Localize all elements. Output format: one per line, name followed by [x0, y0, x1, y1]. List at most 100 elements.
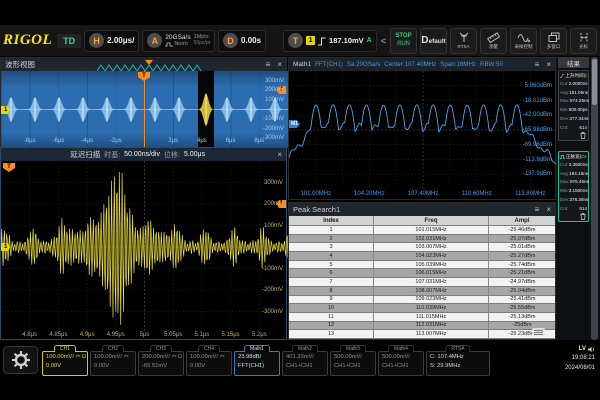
acquire-knob[interactable]: A — [147, 33, 162, 48]
math-box-math4[interactable]: Math4 500.00mV/ CH1+CH1 — [378, 351, 424, 376]
close-icon[interactable]: × — [277, 151, 282, 159]
peak-cell: 110.039MHz — [374, 304, 489, 312]
table-row[interactable]: 12112.031MHz-25dBm — [289, 322, 555, 331]
channel-tab: CH4 — [198, 345, 220, 352]
fft-trace — [289, 71, 557, 189]
axis-label: -65.98dBm — [523, 127, 552, 133]
trigger-knob[interactable]: T — [288, 33, 303, 48]
fft-spectrum-panel[interactable]: Math1 FFT(CH1) Sa:20GSa/s Center:107.40M… — [288, 57, 556, 200]
sidebar-scrollbar[interactable] — [591, 57, 598, 340]
close-icon[interactable]: × — [546, 61, 551, 69]
acquisition-control-button[interactable]: 采样控制 — [510, 28, 537, 54]
offset-label: 位移: — [164, 150, 180, 160]
coupling-icon: ⎓ — [220, 354, 225, 360]
clock-box[interactable]: LV 19:08:21 2024/08/01 — [543, 344, 598, 376]
axis-label: -8μs — [16, 138, 44, 144]
menu-icon[interactable]: ≡ — [266, 61, 271, 69]
column-header: Index — [289, 216, 374, 225]
table-row[interactable]: 2102.031MHz-25.07dBm — [289, 235, 555, 244]
run-stop-button[interactable]: STOP RUN — [390, 28, 417, 54]
peak-cell: 101.015MHz — [374, 226, 489, 234]
channel-box-ch4[interactable]: CH4 100.00mV/ ⎓ 0.00V — [186, 351, 232, 376]
multi-window-button[interactable]: 多窗口 — [540, 28, 567, 54]
table-row[interactable]: 8108.007MHz-25.04dBm — [289, 287, 555, 296]
trigger-source-badge: 1 — [306, 36, 315, 45]
rtsa-button[interactable]: RTSA — [450, 28, 477, 54]
table-row[interactable]: 7107.031MHz-24.97dBm — [289, 278, 555, 287]
close-icon[interactable]: × — [546, 206, 551, 214]
close-icon[interactable]: × — [277, 61, 282, 69]
delay-value: 0.00s — [241, 36, 261, 45]
measurement-card-rise-time[interactable]: 上升时间(CH1) Cur:2.0000nsAvg:181.05nsMax:97… — [558, 70, 589, 141]
measurement-card-pulse-width[interactable]: 正脉宽(CH1) Cur:3.3500nsAvg:184.15nsMax:975… — [558, 151, 589, 222]
peak-cell: 4 — [289, 252, 374, 260]
measurement-row: Max:974.25ns — [560, 97, 587, 106]
measure-button[interactable]: 测量 — [480, 28, 507, 54]
toolbar-scroll-left-icon[interactable]: < — [380, 36, 387, 46]
settings-button[interactable] — [3, 346, 38, 374]
table-row[interactable]: 1101.015MHz-25.46dBm — [289, 226, 555, 235]
measurement-row: Cnt:614 — [560, 205, 587, 214]
acquire-cluster[interactable]: A 20GSa/s Norm 1Mpts 50ps/pt — [142, 30, 215, 52]
touch-scroll-icon[interactable] — [532, 328, 545, 336]
table-row[interactable]: 11111.015MHz-25.13dBm — [289, 313, 555, 322]
axis-label: 300mV — [265, 78, 284, 84]
delayed-sweep-panel[interactable]: 延迟扫描 时基: 50.00ns/div 位移: 5.00μs × T 1 T … — [0, 147, 287, 340]
horizontal-knob[interactable]: H — [89, 33, 104, 48]
math1-label: Math1 — [293, 61, 311, 68]
cursor-button[interactable]: 光标 — [570, 28, 597, 54]
peak-cell: -25.27dBm — [489, 252, 555, 260]
math-box-math3[interactable]: Math3 500.00mV/ CH1+CH1 — [330, 351, 376, 376]
coupling-icon: ⎓ — [124, 354, 129, 360]
peak-cell: 11 — [289, 313, 374, 321]
peak-search-panel[interactable]: Peak Search1 ≡ × IndexFreqAmpl1101.015MH… — [288, 202, 556, 340]
overview-strip[interactable] — [97, 60, 201, 70]
channel-box-ch3[interactable]: CH3 200.00mV/ ⎓ Ω -65.51mV — [138, 351, 184, 376]
axis-label: -42.00dBm — [523, 112, 552, 118]
math-box-math2[interactable]: Math2 401.33mV/ CH1+CH1 — [282, 351, 328, 376]
waveform-view-panel[interactable]: 波形视图 ≡ × T 1 T 300mV200mV100mV-100mV-200… — [0, 57, 287, 147]
math-box-math1[interactable]: Math1 23.98dB/ FFT(CH1) — [234, 351, 280, 376]
measurement-row: Cur:2.0000ns — [560, 80, 587, 89]
channel-box-ch2[interactable]: CH2 100.00mV/ ⎓ 0.00V — [90, 351, 136, 376]
delete-icon[interactable] — [580, 213, 586, 220]
peak-cell: 5 — [289, 261, 374, 269]
table-row[interactable]: 3103.007MHz-25.01dBm — [289, 243, 555, 252]
delay-knob[interactable]: D — [223, 33, 238, 48]
fft-span: Span:16MHz — [440, 61, 476, 68]
channel-tab: CH3 — [150, 345, 172, 352]
axis-label: 2μs — [159, 138, 187, 144]
axis-label: 100mV — [265, 97, 284, 103]
math-tab: Math1 — [244, 345, 270, 352]
peak-cell: -25.55dBm — [489, 304, 555, 312]
table-row[interactable]: 4104.023MHz-25.27dBm — [289, 252, 555, 261]
measurement-row: Min:500.00ps — [560, 106, 587, 115]
menu-icon[interactable]: ≡ — [535, 206, 540, 214]
peak-cell: 111.015MHz — [374, 313, 489, 321]
menu-icon[interactable]: ≡ — [535, 61, 540, 69]
default-button[interactable]: Default — [420, 28, 447, 54]
table-row[interactable]: 9109.023MHz-25.41dBm — [289, 296, 555, 305]
peak-cell: 109.023MHz — [374, 296, 489, 304]
trigger-mode-chip[interactable]: TD — [57, 34, 81, 48]
math-scale: 500.00mV/ — [382, 353, 420, 362]
measurement-name: 正脉宽(CH1) — [566, 154, 587, 160]
peak-cell: 105.039MHz — [374, 261, 489, 269]
delete-icon[interactable] — [580, 132, 586, 139]
scrollbar-thumb[interactable] — [592, 59, 597, 105]
peak-cell: 113.007MHz — [374, 330, 489, 338]
measurement-row: Min:3.1500ns — [560, 187, 587, 196]
channel-box-ch1[interactable]: CH1 100.00mV/ ⎓ Ω 0.00V — [42, 351, 88, 376]
table-row[interactable]: 5105.039MHz-25.74dBm — [289, 261, 555, 270]
table-row[interactable]: 10110.039MHz-25.55dBm — [289, 304, 555, 313]
rtsa-box[interactable]: RTSA C: 107.4MHz S: 29.9MHz — [426, 351, 490, 376]
axis-label: 5.960dBm — [525, 83, 552, 89]
waveform-overview-plot[interactable] — [1, 71, 288, 148]
axis-label: 107.40MHz — [405, 191, 441, 197]
delay-cluster[interactable]: D 0.00s — [218, 30, 266, 52]
sample-rate: 20GSa/s — [165, 34, 190, 41]
table-row[interactable]: 6106.015MHz-25.21dBm — [289, 269, 555, 278]
horizontal-cluster[interactable]: H 2.00μs/ — [84, 30, 139, 52]
table-row[interactable]: 13113.007MHz-25.23dBm — [289, 330, 555, 339]
trigger-cluster[interactable]: T 1 187.10mV A — [283, 30, 377, 52]
